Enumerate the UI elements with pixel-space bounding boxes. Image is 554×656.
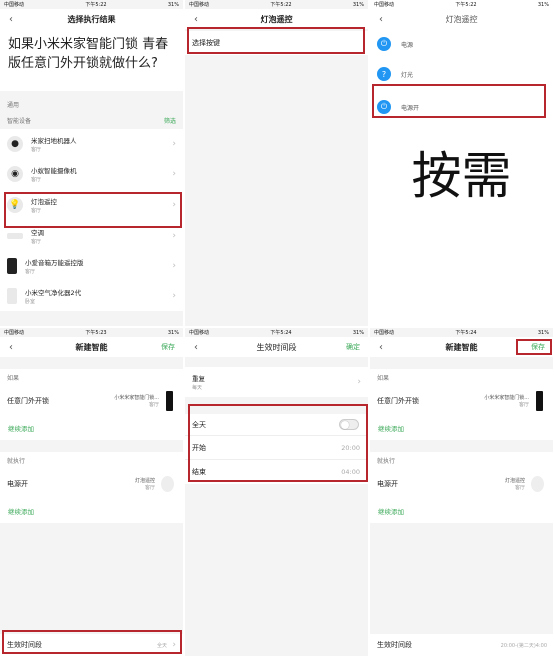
add-action-link[interactable]: 继续添加: [0, 499, 183, 523]
highlight-box: [188, 404, 368, 482]
save-button[interactable]: 保存: [161, 342, 175, 352]
condition-row[interactable]: 任意门外开锁 小米米家智能门锁... 客厅: [370, 386, 553, 416]
air-conditioner-icon: [7, 233, 23, 239]
period-row[interactable]: 生效时间段 20:00-(第二天)4:00: [370, 634, 553, 656]
back-icon[interactable]: ‹: [9, 342, 13, 353]
camera-icon: ◉: [7, 166, 23, 182]
confirm-button[interactable]: 确定: [346, 342, 360, 352]
device-row[interactable]: ● 米家扫地机器人 客厅 ›: [0, 129, 183, 159]
status-time: 下午5:22: [85, 2, 107, 8]
nav-bar: ‹ 灯泡遥控: [370, 9, 553, 29]
back-icon[interactable]: ‹: [379, 342, 383, 353]
filter-button[interactable]: 筛选: [164, 116, 176, 125]
nav-bar: ‹ 新建智能 保存: [0, 337, 183, 357]
chevron-right-icon: ›: [172, 139, 176, 149]
status-bar: 中国移动 下午5:22 31%: [370, 0, 553, 9]
page-title: 灯泡遥控: [260, 14, 293, 24]
battery: 31%: [167, 1, 179, 8]
status-bar: 中国移动 下午5:23 31%: [0, 328, 183, 337]
back-icon[interactable]: ‹: [379, 14, 383, 25]
device-row[interactable]: 小爱音箱万能遥控版 客厅 ›: [0, 251, 183, 281]
action-row[interactable]: 电源开 灯泡遥控 客厅: [0, 469, 183, 499]
question-text: 如果小米米家智能门锁 青春版任意门外开锁就做什么?: [0, 29, 183, 91]
general-label: 通用: [7, 102, 20, 109]
bulb-icon: [161, 476, 174, 492]
panel-new-smart-final: 中国移动 下午5:24 31% ‹ 新建智能 保存 如果 任意门外开锁 小米米家…: [370, 328, 554, 656]
back-icon[interactable]: ‹: [194, 14, 198, 25]
add-action-link[interactable]: 继续添加: [370, 499, 553, 523]
status-bar: 中国移动 下午5:22 31%: [185, 0, 368, 9]
nav-bar: ‹ 选择执行结果: [0, 9, 183, 29]
if-label: 如果: [0, 369, 183, 386]
power-icon: ⏻: [377, 37, 391, 51]
chevron-right-icon: ›: [172, 231, 176, 241]
caption-text: 按需: [411, 147, 512, 205]
panel-new-smart: 中国移动 下午5:23 31% ‹ 新建智能 保存 如果 任意门外开锁 小米米家…: [0, 328, 184, 656]
page-title: 生效时间段: [256, 342, 297, 352]
highlight-box: [4, 192, 182, 228]
chevron-right-icon: ›: [172, 169, 176, 179]
status-bar: 中国移动 下午5:22 31%: [0, 0, 183, 9]
carrier: 中国移动: [4, 2, 25, 8]
add-condition-link[interactable]: 继续添加: [0, 416, 183, 440]
page-title: 新建智能: [445, 342, 478, 352]
if-label: 如果: [370, 369, 553, 386]
action-row[interactable]: 电源开 灯泡遥控 客厅: [370, 469, 553, 499]
page-title: 灯泡遥控: [445, 14, 478, 24]
air-purifier-icon: [7, 288, 17, 304]
nav-bar: ‹ 灯泡遥控: [185, 9, 368, 29]
page-title: 新建智能: [75, 342, 108, 352]
panel-bulb-remote: 中国移动 下午5:22 31% ‹ 灯泡遥控 选择按键: [185, 0, 369, 326]
lock-icon: [536, 391, 543, 411]
speaker-icon: [7, 258, 17, 274]
add-condition-link[interactable]: 继续添加: [370, 416, 553, 440]
back-icon[interactable]: ‹: [194, 342, 198, 353]
device-row[interactable]: 小米空气净化器2代 卧室 ›: [0, 281, 183, 311]
page-title: 选择执行结果: [67, 14, 116, 24]
chevron-right-icon: ›: [172, 291, 176, 301]
help-icon: ?: [377, 67, 391, 81]
back-icon[interactable]: ‹: [9, 14, 13, 25]
highlight-box: [372, 84, 546, 118]
remote-button-power[interactable]: ⏻ 电源: [370, 29, 553, 59]
bulb-icon: [531, 476, 544, 492]
chevron-right-icon: ›: [172, 261, 176, 271]
panel-bulb-buttons: 中国移动 下午5:22 31% ‹ 灯泡遥控 ⏻ 电源 ? 灯光 ⏻ 电源开 按…: [370, 0, 554, 326]
device-row[interactable]: ◉ 小蚁智能摄像机 客厅 ›: [0, 159, 183, 189]
highlight-box: [516, 339, 552, 355]
then-label: 就执行: [370, 452, 553, 469]
highlight-box: [2, 630, 182, 654]
highlight-box: [187, 27, 365, 54]
smart-devices-label: 智能设备: [7, 118, 32, 125]
nav-bar: ‹ 生效时间段 确定: [185, 337, 368, 357]
panel-effective-period: 中国移动 下午5:24 31% ‹ 生效时间段 确定 重复 每天 › 全天 开始 …: [185, 328, 369, 656]
condition-row[interactable]: 任意门外开锁 小米米家智能门锁... 客厅: [0, 386, 183, 416]
lock-icon: [166, 391, 173, 411]
panel-select-result: 中国移动 下午5:22 31% ‹ 选择执行结果 如果小米米家智能门锁 青春版任…: [0, 0, 184, 326]
chevron-right-icon: ›: [357, 377, 361, 387]
robot-vacuum-icon: ●: [7, 136, 23, 152]
status-bar: 中国移动 下午5:24 31%: [185, 328, 368, 337]
repeat-row[interactable]: 重复 每天 ›: [185, 367, 368, 397]
then-label: 就执行: [0, 452, 183, 469]
status-bar: 中国移动 下午5:24 31%: [370, 328, 553, 337]
